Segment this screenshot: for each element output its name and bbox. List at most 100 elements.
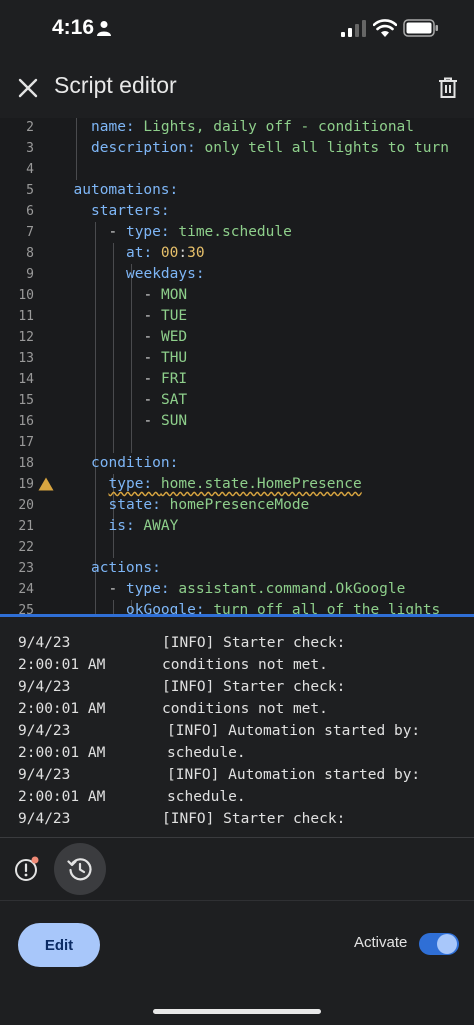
code-line[interactable]: 16 - SUN [0,411,474,432]
line-number: 5 [26,183,34,198]
log-date: 9/4/23 [18,679,71,695]
code-line[interactable]: 3 description: only tell all lights to tu… [0,138,474,159]
code-line[interactable]: 12 - WED [0,327,474,348]
code-token: MON [160,287,188,303]
code-line[interactable]: 20 state: homePresenceMode [0,495,474,516]
status-time: 4:16 [52,16,95,39]
code-line[interactable]: 8 at: 00:30 [0,243,474,264]
toggle-knob [437,934,457,954]
code-token: type: [125,581,179,597]
battery-icon [403,19,438,37]
code-line[interactable]: 14 - FRI [0,369,474,390]
code-editor[interactable]: 2 name: Lights, daily off - conditional 3 d… [0,118,474,614]
code-text: description: only tell all lights to tur… [91,138,449,159]
code-token: - [143,392,161,408]
code-text: - WED [144,327,188,348]
code-line[interactable]: 2 name: Lights, daily off - conditional [0,118,474,138]
line-number: 18 [18,456,34,471]
code-token: - [143,350,161,366]
code-text: - SAT [144,390,188,411]
code-line[interactable]: 4 [0,159,474,180]
log-message: [INFO] Starter check: [162,635,346,651]
code-token: - [143,329,161,345]
code-line[interactable]: 5 automations: [0,180,474,201]
code-line[interactable]: 10 - MON [0,285,474,306]
line-number: 7 [26,225,34,240]
warning-icon[interactable] [38,477,54,491]
activate-toggle[interactable] [419,933,459,955]
code-token: Lights, daily off - conditional [143,119,415,135]
code-text: - THU [144,348,188,369]
log-date: 9/4/23 [18,723,71,739]
code-text: at: 00:30 [126,243,205,264]
history-icon [67,858,92,881]
code-line[interactable]: 25 okGoogle: turn off all of the lights [0,600,474,614]
log-time: 2:00:01 AM [18,701,106,717]
code-line[interactable]: 11 - TUE [0,306,474,327]
tool-row [0,838,474,900]
code-line[interactable]: 17 [0,432,474,453]
code-token: - [108,224,126,240]
code-line[interactable]: 18 condition: [0,453,474,474]
log-panel[interactable]: 9/4/23 2:00:01 AM [INFO] Starter check: con… [0,617,474,837]
code-token: state: [108,497,170,513]
app-bar: Script editor [0,58,474,122]
code-text: actions: [91,558,161,579]
line-number: 10 [18,288,34,303]
close-button[interactable] [10,70,46,106]
log-message-detail: schedule. [167,745,246,761]
code-token: turn off all of the lights [213,602,441,614]
close-icon [18,78,38,98]
code-line[interactable]: 6 starters: [0,201,474,222]
log-time: 2:00:01 AM [18,657,106,673]
code-token: homePresenceMode [169,497,310,513]
code-token: home.state.HomePresence [160,476,362,492]
code-token: type: [108,476,161,492]
code-line[interactable]: 23 actions: [0,558,474,579]
code-token: - [143,287,161,303]
log-message: [INFO] Starter check: [162,679,346,695]
code-token: 30 [187,245,205,261]
code-line[interactable]: 7 - type: time.schedule [0,222,474,243]
code-token: actions: [91,560,161,576]
line-number: 9 [26,267,34,282]
code-token: AWAY [143,518,179,534]
code-token: FRI [160,371,188,387]
code-line[interactable]: 19 type: home.state.HomePresence [0,474,474,495]
line-number: 19 [18,477,34,492]
line-number: 11 [18,309,34,324]
code-text: name: Lights, daily off - conditional [91,118,414,138]
code-line[interactable]: 9 weekdays: [0,264,474,285]
line-number: 12 [18,330,34,345]
code-token: 00 [160,245,179,261]
code-line[interactable]: 13 - THU [0,348,474,369]
issues-button[interactable] [12,854,42,884]
line-number: 4 [26,162,34,177]
code-token: : [178,245,188,261]
bottom-bar: Edit Activate [0,901,474,1025]
code-text: automations: [74,180,179,201]
code-line[interactable]: 24 - type: assistant.command.OkGoogle [0,579,474,600]
line-number: 13 [18,351,34,366]
code-text: weekdays: [126,264,205,285]
trash-icon [439,77,457,98]
code-text: - MON [144,285,188,306]
code-text: is: AWAY [109,516,179,537]
line-number: 23 [18,561,34,576]
log-date: 9/4/23 [18,635,71,651]
code-line[interactable]: 22 [0,537,474,558]
page-title: Script editor [54,72,177,98]
wifi-icon [373,19,397,37]
activate-label: Activate [354,934,408,951]
code-token: at: [126,245,161,261]
line-number: 24 [18,582,34,597]
edit-button[interactable]: Edit [18,923,100,967]
code-line[interactable]: 21 is: AWAY [0,516,474,537]
line-number: 6 [26,204,34,219]
person-icon [97,21,111,36]
line-number: 2 [26,120,34,135]
code-line[interactable]: 15 - SAT [0,390,474,411]
history-button[interactable] [54,843,106,895]
delete-button[interactable] [430,70,466,106]
log-message: [INFO] Automation started by: [167,767,421,783]
